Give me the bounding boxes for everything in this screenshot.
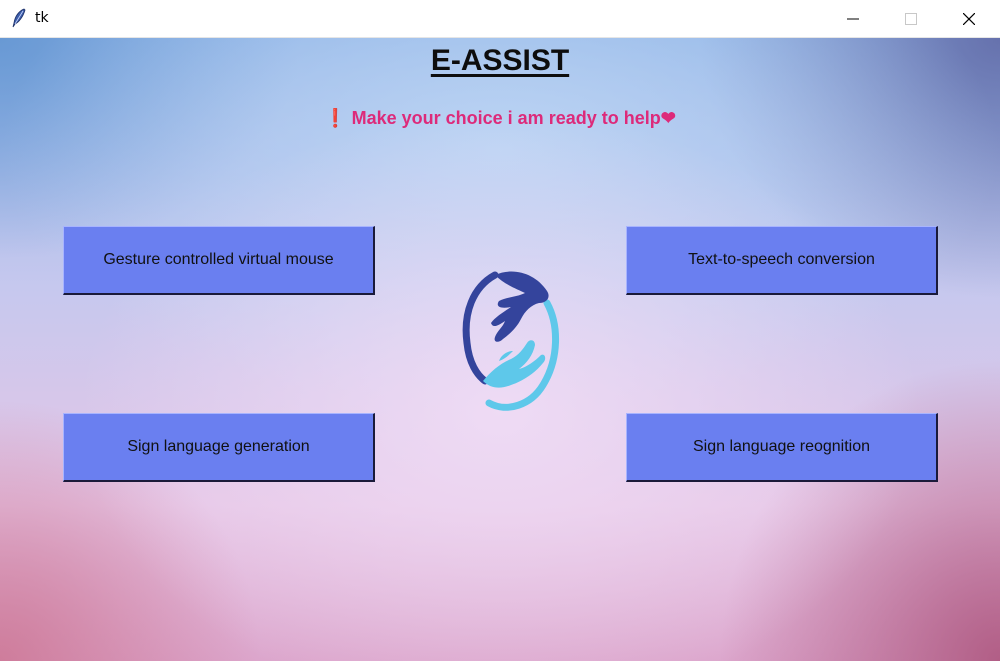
page-title: E-ASSIST [430,44,570,77]
sign-generation-button[interactable]: Sign language generation [63,413,375,482]
gesture-mouse-button[interactable]: Gesture controlled virtual mouse [63,226,375,295]
subtitle-text: Make your choice i am ready to help [346,108,661,128]
subtitle: ❗ Make your choice i am ready to help❤ [0,108,1000,129]
maximize-icon [905,12,917,25]
maximize-button[interactable] [888,0,934,37]
window-title: tk [35,10,49,26]
hands-care-logo-icon [455,263,570,413]
sign-recognition-button[interactable]: Sign language reognition [626,413,938,482]
close-icon [963,12,975,25]
exclamation-icon: ❗ [324,108,347,128]
text-to-speech-button[interactable]: Text-to-speech conversion [626,226,938,295]
title-bar[interactable]: tk [0,0,1000,38]
heart-icon: ❤ [660,108,676,128]
tk-feather-icon [11,8,27,28]
close-button[interactable] [946,0,992,37]
app-window: tk E-ASSIST ❗ Make your choice i am read… [0,0,1000,661]
minimize-button[interactable] [830,0,876,37]
minimize-icon [847,18,859,19]
main-canvas: E-ASSIST ❗ Make your choice i am ready t… [0,38,1000,661]
